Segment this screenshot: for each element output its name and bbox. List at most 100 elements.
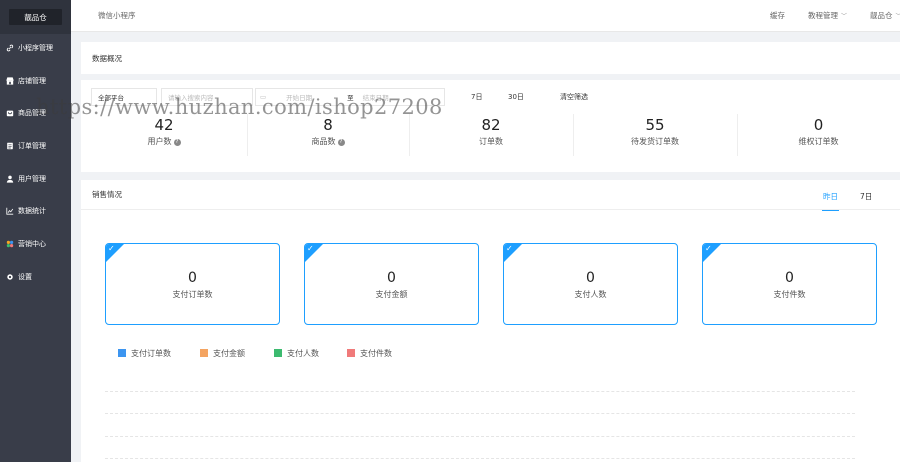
chart-icon bbox=[5, 207, 14, 216]
card-label: 支付订单数 bbox=[172, 290, 213, 299]
legend-swatch bbox=[118, 349, 126, 357]
card-value: 0 bbox=[785, 270, 794, 286]
sidebar-item-label: 用户管理 bbox=[18, 175, 46, 183]
card-value: 0 bbox=[188, 270, 197, 286]
chevron-down-icon: ﹀ bbox=[841, 13, 848, 20]
card-value: 0 bbox=[586, 270, 595, 286]
stat-label: 用户数 bbox=[147, 137, 172, 146]
user-icon bbox=[5, 175, 14, 184]
sidebar-item-shop[interactable]: 店铺管理 bbox=[0, 71, 71, 91]
help-icon[interactable]: ? bbox=[337, 139, 345, 146]
top-header: 微信小程序 缓存 教程管理﹀ 靓品仓﹀ bbox=[71, 0, 900, 32]
check-icon: ✓ bbox=[307, 244, 314, 253]
check-icon: ✓ bbox=[506, 244, 513, 253]
range-7-button[interactable]: 7日 bbox=[471, 92, 482, 102]
stat-value: 8 bbox=[323, 116, 333, 134]
sidebar-logo-area: 靓品仓 bbox=[0, 0, 71, 34]
tab-7days[interactable]: 7日 bbox=[860, 191, 872, 202]
card-label: 支付人数 bbox=[574, 290, 607, 299]
header-title: 微信小程序 bbox=[98, 11, 136, 20]
stat-rights-orders: 0 维权订单数 bbox=[737, 108, 900, 168]
legend-label: 支付件数 bbox=[360, 348, 392, 358]
account-menu-label: 靓品仓 bbox=[870, 11, 893, 20]
stat-label: 订单数 bbox=[479, 137, 503, 146]
sidebar-item-label: 小程序管理 bbox=[18, 44, 53, 52]
legend-label: 支付订单数 bbox=[131, 348, 171, 358]
sidebar: 靓品仓 小程序管理 店铺管理 商品管理 订单管理 用户管理 数据统计 营销中心 … bbox=[0, 0, 71, 462]
stat-label: 维权订单数 bbox=[798, 137, 839, 146]
account-menu[interactable]: 靓品仓﹀ bbox=[870, 10, 900, 21]
chart-grid-line bbox=[105, 391, 855, 392]
legend-label: 支付金额 bbox=[213, 348, 245, 358]
end-date-input[interactable]: 结束日期 bbox=[363, 92, 389, 102]
sidebar-item-label: 订单管理 bbox=[18, 142, 46, 150]
active-tab-indicator bbox=[822, 210, 839, 211]
stat-value: 82 bbox=[481, 116, 501, 134]
legend-paid-orders[interactable]: 支付订单数 bbox=[118, 348, 171, 358]
card-label: 支付金额 bbox=[375, 290, 408, 299]
sidebar-item-goods[interactable]: 商品管理 bbox=[0, 103, 71, 123]
chevron-down-icon: ﹀ bbox=[896, 11, 900, 20]
legend-paid-users[interactable]: 支付人数 bbox=[274, 348, 319, 358]
stat-orders: 82 订单数 bbox=[409, 108, 573, 168]
legend-paid-items[interactable]: 支付件数 bbox=[347, 348, 392, 358]
manager-menu[interactable]: 教程管理 ﹀ bbox=[808, 10, 847, 21]
sidebar-item-label: 数据统计 bbox=[18, 207, 46, 215]
sidebar-item-label: 商品管理 bbox=[18, 109, 46, 117]
card-paid-amount[interactable]: ✓ 0 支付金额 bbox=[304, 243, 479, 325]
check-icon: ✓ bbox=[705, 244, 712, 253]
order-icon bbox=[5, 142, 14, 151]
search-input[interactable]: 请输入搜索内容 bbox=[161, 88, 253, 106]
card-value: 0 bbox=[387, 270, 396, 286]
filter-bar: 全部平台 请输入搜索内容 ▭ 开始日期 至 结束日期 7日 30日 清空筛选 bbox=[81, 88, 900, 106]
stat-value: 42 bbox=[154, 116, 174, 134]
link-icon bbox=[5, 44, 14, 53]
sidebar-item-marketing[interactable]: 营销中心 bbox=[0, 234, 71, 254]
card-paid-users[interactable]: ✓ 0 支付人数 bbox=[503, 243, 678, 325]
sales-title: 销售情况 bbox=[81, 180, 900, 210]
range-30-button[interactable]: 30日 bbox=[508, 92, 524, 102]
legend-paid-amount[interactable]: 支付金额 bbox=[200, 348, 245, 358]
overview-title: 数据概况 bbox=[92, 53, 122, 63]
stats-row: 42 用户数? 8 商品数? 82 订单数 55 待发货订单数 0 维权订单数 bbox=[81, 108, 900, 172]
card-label: 支付件数 bbox=[773, 290, 806, 299]
sidebar-item-orders[interactable]: 订单管理 bbox=[0, 136, 71, 156]
legend-swatch bbox=[200, 349, 208, 357]
stat-label: 商品数 bbox=[311, 137, 336, 146]
stat-goods: 8 商品数? bbox=[247, 108, 409, 168]
stat-users: 42 用户数? bbox=[81, 108, 247, 168]
date-range-picker[interactable]: ▭ 开始日期 至 结束日期 bbox=[255, 88, 445, 106]
tab-yesterday[interactable]: 昨日 bbox=[823, 191, 838, 202]
sidebar-item-label: 设置 bbox=[18, 273, 32, 281]
sidebar-item-settings[interactable]: 设置 bbox=[0, 267, 71, 287]
stat-value: 55 bbox=[645, 116, 665, 134]
card-paid-orders[interactable]: ✓ 0 支付订单数 bbox=[105, 243, 280, 325]
start-date-input[interactable]: 开始日期 bbox=[286, 92, 338, 102]
sidebar-item-miniprogram[interactable]: 小程序管理 bbox=[0, 38, 71, 58]
stat-value: 0 bbox=[813, 116, 824, 134]
legend-swatch bbox=[274, 349, 282, 357]
clear-filter-button[interactable]: 清空筛选 bbox=[560, 92, 588, 102]
cache-link[interactable]: 缓存 bbox=[770, 10, 785, 21]
logo[interactable]: 靓品仓 bbox=[9, 9, 62, 25]
shop-icon bbox=[5, 77, 14, 86]
chart-grid-line bbox=[105, 436, 855, 437]
legend-label: 支付人数 bbox=[287, 348, 319, 358]
stat-pending-shipment: 55 待发货订单数 bbox=[573, 108, 737, 168]
check-icon: ✓ bbox=[108, 244, 115, 253]
legend-swatch bbox=[347, 349, 355, 357]
manager-menu-label: 教程管理 bbox=[808, 11, 838, 20]
card-paid-items[interactable]: ✓ 0 支付件数 bbox=[702, 243, 877, 325]
date-separator: 至 bbox=[347, 94, 354, 102]
sidebar-item-label: 营销中心 bbox=[18, 240, 46, 248]
overview-panel: 数据概况 bbox=[81, 42, 900, 74]
sidebar-item-label: 店铺管理 bbox=[18, 77, 46, 85]
stat-label: 待发货订单数 bbox=[631, 137, 679, 146]
help-icon[interactable]: ? bbox=[173, 139, 181, 146]
gear-icon bbox=[5, 273, 14, 282]
sidebar-item-statistics[interactable]: 数据统计 bbox=[0, 201, 71, 221]
sidebar-item-users[interactable]: 用户管理 bbox=[0, 169, 71, 189]
platform-select[interactable]: 全部平台 bbox=[91, 88, 157, 106]
chart-grid-line bbox=[105, 458, 855, 459]
calendar-icon: ▭ bbox=[260, 93, 267, 101]
